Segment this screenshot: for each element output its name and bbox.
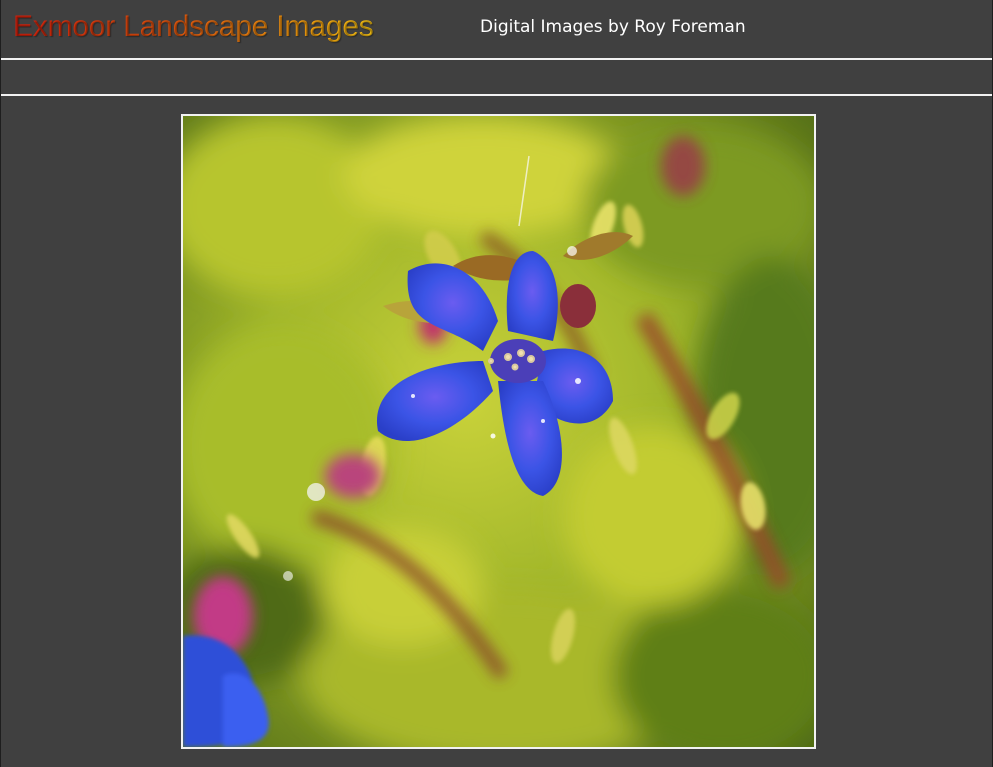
site-subtitle: Digital Images by Roy Foreman [480, 17, 746, 37]
page: Exmoor Landscape Images Digital Images b… [0, 0, 993, 767]
nav-bar [1, 60, 992, 96]
site-title[interactable]: Exmoor Landscape Images [13, 9, 374, 45]
blue-flower-photo [183, 116, 814, 747]
main-photo[interactable] [181, 114, 816, 749]
site-header: Exmoor Landscape Images Digital Images b… [1, 0, 992, 60]
